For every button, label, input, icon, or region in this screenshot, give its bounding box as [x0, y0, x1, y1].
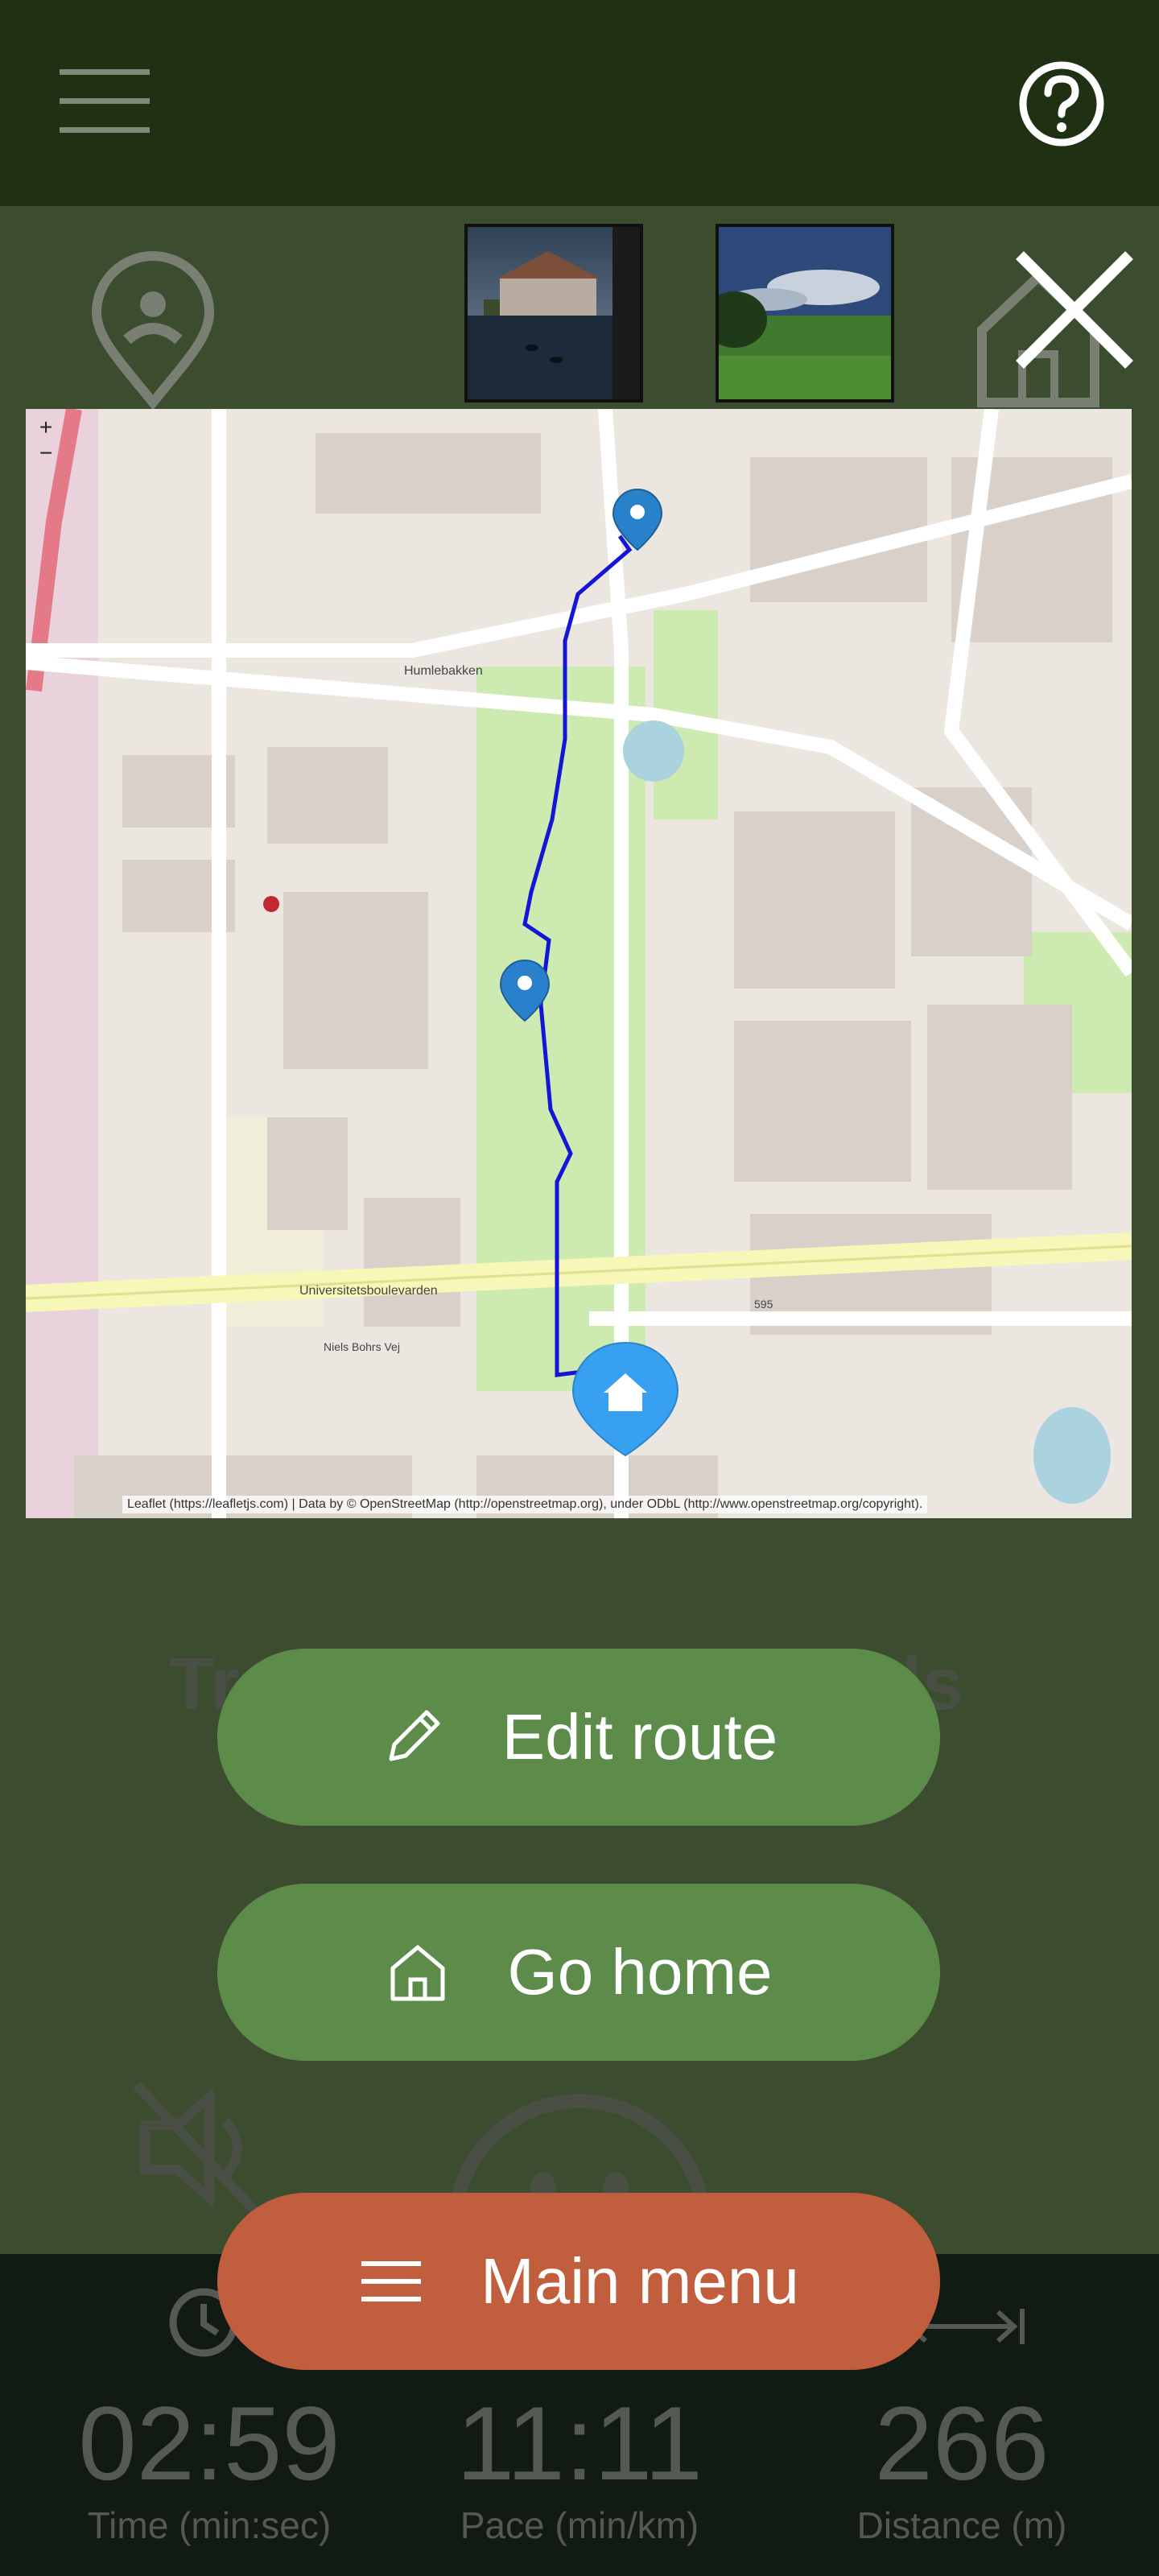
edit-route-button[interactable]: Edit route — [217, 1649, 940, 1826]
help-button[interactable] — [1017, 60, 1106, 148]
edit-route-label: Edit route — [501, 1701, 778, 1773]
go-home-button[interactable]: Go home — [217, 1884, 940, 2061]
main-menu-button[interactable]: Main menu — [217, 2193, 940, 2370]
menu-button[interactable] — [56, 64, 153, 137]
pencil-icon — [389, 1710, 440, 1761]
person-pin-icon — [91, 251, 215, 411]
road-label-595: 595 — [754, 1298, 773, 1311]
zoom-in-button[interactable]: + — [34, 415, 58, 440]
hamburger-icon — [361, 2261, 422, 2301]
route-photo-1[interactable] — [464, 224, 643, 402]
lake-manor-photo — [468, 227, 640, 399]
top-app-bar — [0, 0, 1159, 206]
zoom-out-button[interactable]: − — [34, 441, 58, 465]
close-icon[interactable] — [1010, 246, 1139, 374]
home-icon — [390, 1945, 445, 2001]
main-menu-label: Main menu — [481, 2245, 799, 2317]
route-photo-2[interactable] — [716, 224, 894, 402]
help-circle-icon — [1019, 61, 1104, 147]
map-attribution[interactable]: Leaflet (https://leafletjs.com) | Data b… — [122, 1496, 928, 1513]
road-label-humlebakken: Humlebakken — [404, 664, 483, 678]
map-canvas[interactable]: Universitetsboulevarden Humlebakken 595 … — [26, 409, 1132, 1518]
hamburger-icon — [60, 69, 150, 133]
road-label-universitetsboulevarden: Universitetsboulevarden — [299, 1284, 438, 1298]
route-map[interactable]: Universitetsboulevarden Humlebakken 595 … — [26, 409, 1132, 1518]
road-label-niels-bohrs-vej: Niels Bohrs Vej — [324, 1340, 400, 1353]
green-field-photo — [719, 227, 891, 399]
go-home-label: Go home — [507, 1936, 773, 2008]
